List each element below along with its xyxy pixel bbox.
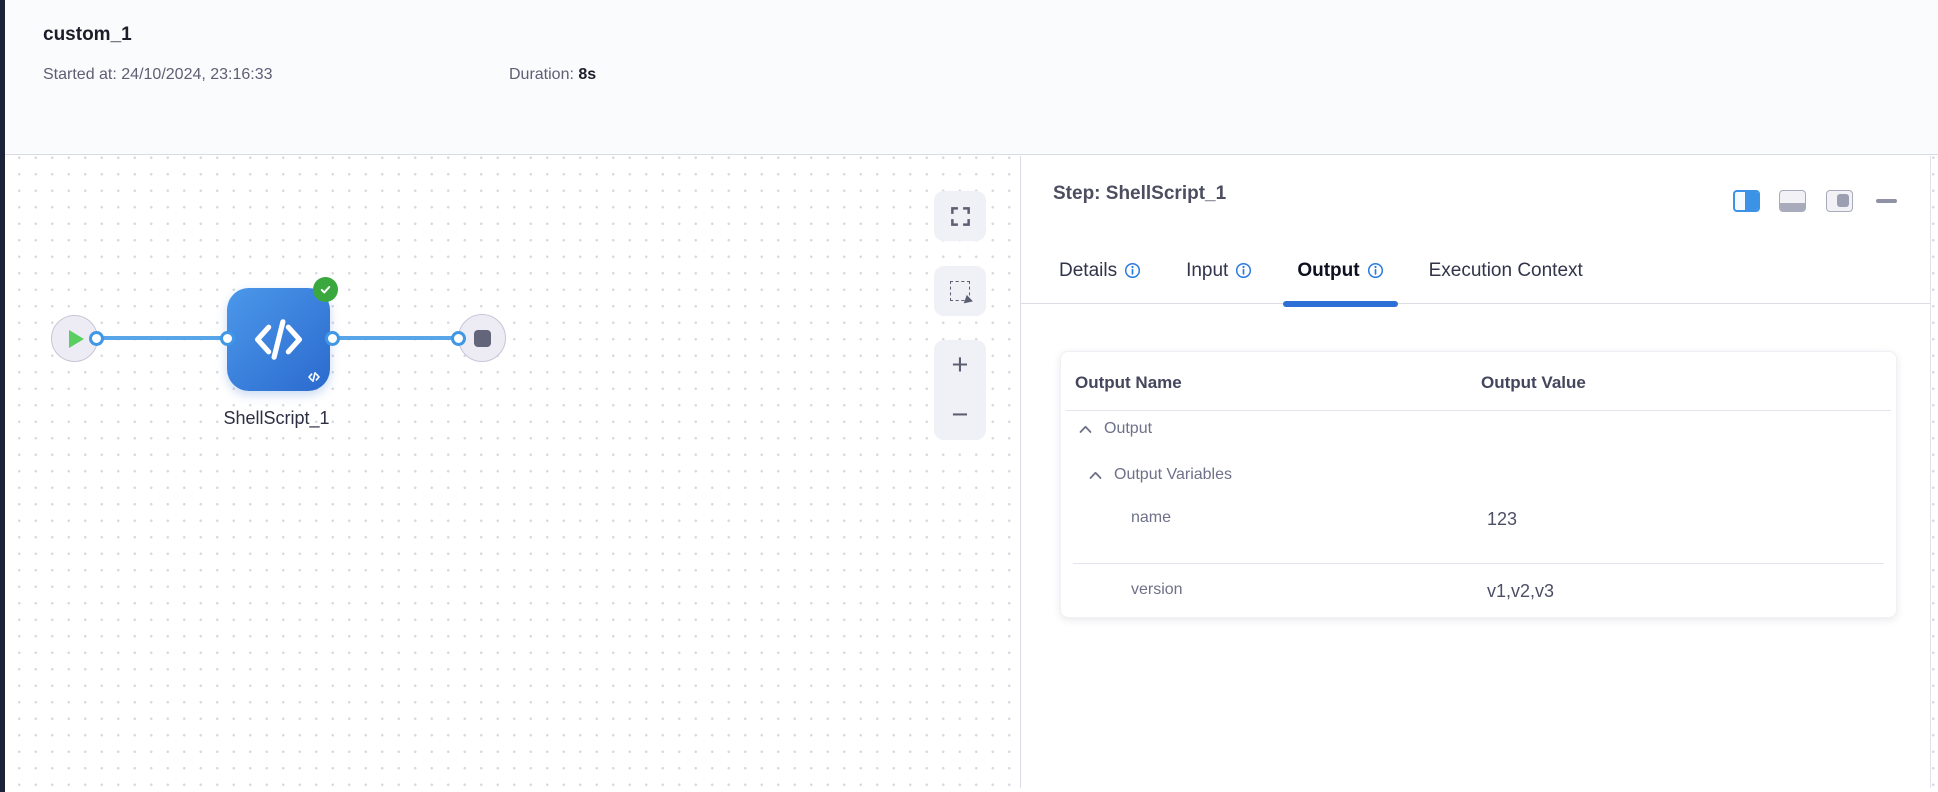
app-root: custom_1 Started at: 24/10/2024, 23:16:3… <box>0 0 1938 792</box>
zoom-controls: + − <box>934 340 986 440</box>
started-at-label: Started at: <box>43 66 117 83</box>
stop-icon <box>474 330 491 347</box>
started-at: Started at: 24/10/2024, 23:16:33 <box>43 66 273 84</box>
edge-start-to-step <box>96 336 228 340</box>
duration-value: 8s <box>578 66 597 83</box>
port-step-in <box>220 331 235 346</box>
scrollbar-track[interactable] <box>1930 156 1931 788</box>
output-value-cell: 123 <box>1487 509 1518 529</box>
split-bottom-icon <box>1780 203 1805 211</box>
split-right-icon <box>1745 192 1758 210</box>
output-name-cell: name <box>1131 509 1172 526</box>
tab-input[interactable]: Input <box>1186 260 1252 304</box>
output-value-cell: v1,v2,v3 <box>1487 581 1555 601</box>
marquee-select-icon <box>950 281 975 307</box>
fit-to-screen-button[interactable] <box>934 191 986 241</box>
row-divider <box>1073 563 1884 564</box>
execution-title: custom_1 <box>43 24 132 45</box>
tab-output[interactable]: Output <box>1283 260 1398 307</box>
success-check-icon <box>313 277 338 302</box>
group-row-output[interactable]: Output <box>1079 420 1152 438</box>
code-mini-icon <box>308 371 320 383</box>
step-tabs: Details Input Output Execution Context <box>1059 260 1583 307</box>
step-panel-title: Step: ShellScript_1 <box>1053 183 1227 204</box>
tab-execution-context[interactable]: Execution Context <box>1429 260 1583 304</box>
column-header-output-value: Output Value <box>1481 373 1586 392</box>
port-end-in <box>451 331 466 346</box>
zoom-out-button[interactable]: − <box>934 390 986 440</box>
info-icon[interactable] <box>1367 262 1384 279</box>
floating-view-icon <box>1837 194 1849 207</box>
step-node-label: ShellScript_1 <box>223 408 330 428</box>
output-table-card: Output Name Output Value Output Output V… <box>1060 351 1897 618</box>
minimize-panel-button[interactable] <box>1876 199 1897 203</box>
group-row-output-variables[interactable]: Output Variables <box>1089 466 1232 484</box>
panel-divider <box>1020 156 1021 788</box>
chevron-up-icon[interactable] <box>1089 471 1102 480</box>
group-label: Output <box>1104 420 1153 437</box>
tab-details[interactable]: Details <box>1059 260 1141 304</box>
play-icon <box>69 330 84 348</box>
floating-view-button[interactable] <box>1826 190 1853 212</box>
duration: Duration: 8s <box>509 66 596 84</box>
marquee-select-button[interactable] <box>934 266 986 316</box>
split-bottom-view-button[interactable] <box>1779 190 1806 212</box>
port-start-out <box>89 331 104 346</box>
column-header-output-name: Output Name <box>1075 373 1182 392</box>
output-name-cell: version <box>1131 581 1183 598</box>
step-details-panel: Step: ShellScript_1 Details Input Output… <box>1021 156 1930 788</box>
execution-header: custom_1 Started at: 24/10/2024, 23:16:3… <box>5 0 1938 155</box>
edge-step-to-end <box>332 336 459 340</box>
info-icon[interactable] <box>1124 262 1141 279</box>
chevron-up-icon[interactable] <box>1079 425 1092 434</box>
shellscript-step-node[interactable] <box>227 288 330 391</box>
table-header-divider <box>1066 410 1891 411</box>
split-right-view-button[interactable] <box>1733 190 1760 212</box>
started-at-value: 24/10/2024, 23:16:33 <box>121 66 273 83</box>
port-step-out <box>325 331 340 346</box>
zoom-in-button[interactable]: + <box>934 340 986 390</box>
info-icon[interactable] <box>1235 262 1252 279</box>
code-icon <box>255 319 302 360</box>
group-label: Output Variables <box>1114 466 1232 483</box>
fullscreen-icon <box>950 206 970 226</box>
duration-label: Duration: <box>509 66 574 83</box>
